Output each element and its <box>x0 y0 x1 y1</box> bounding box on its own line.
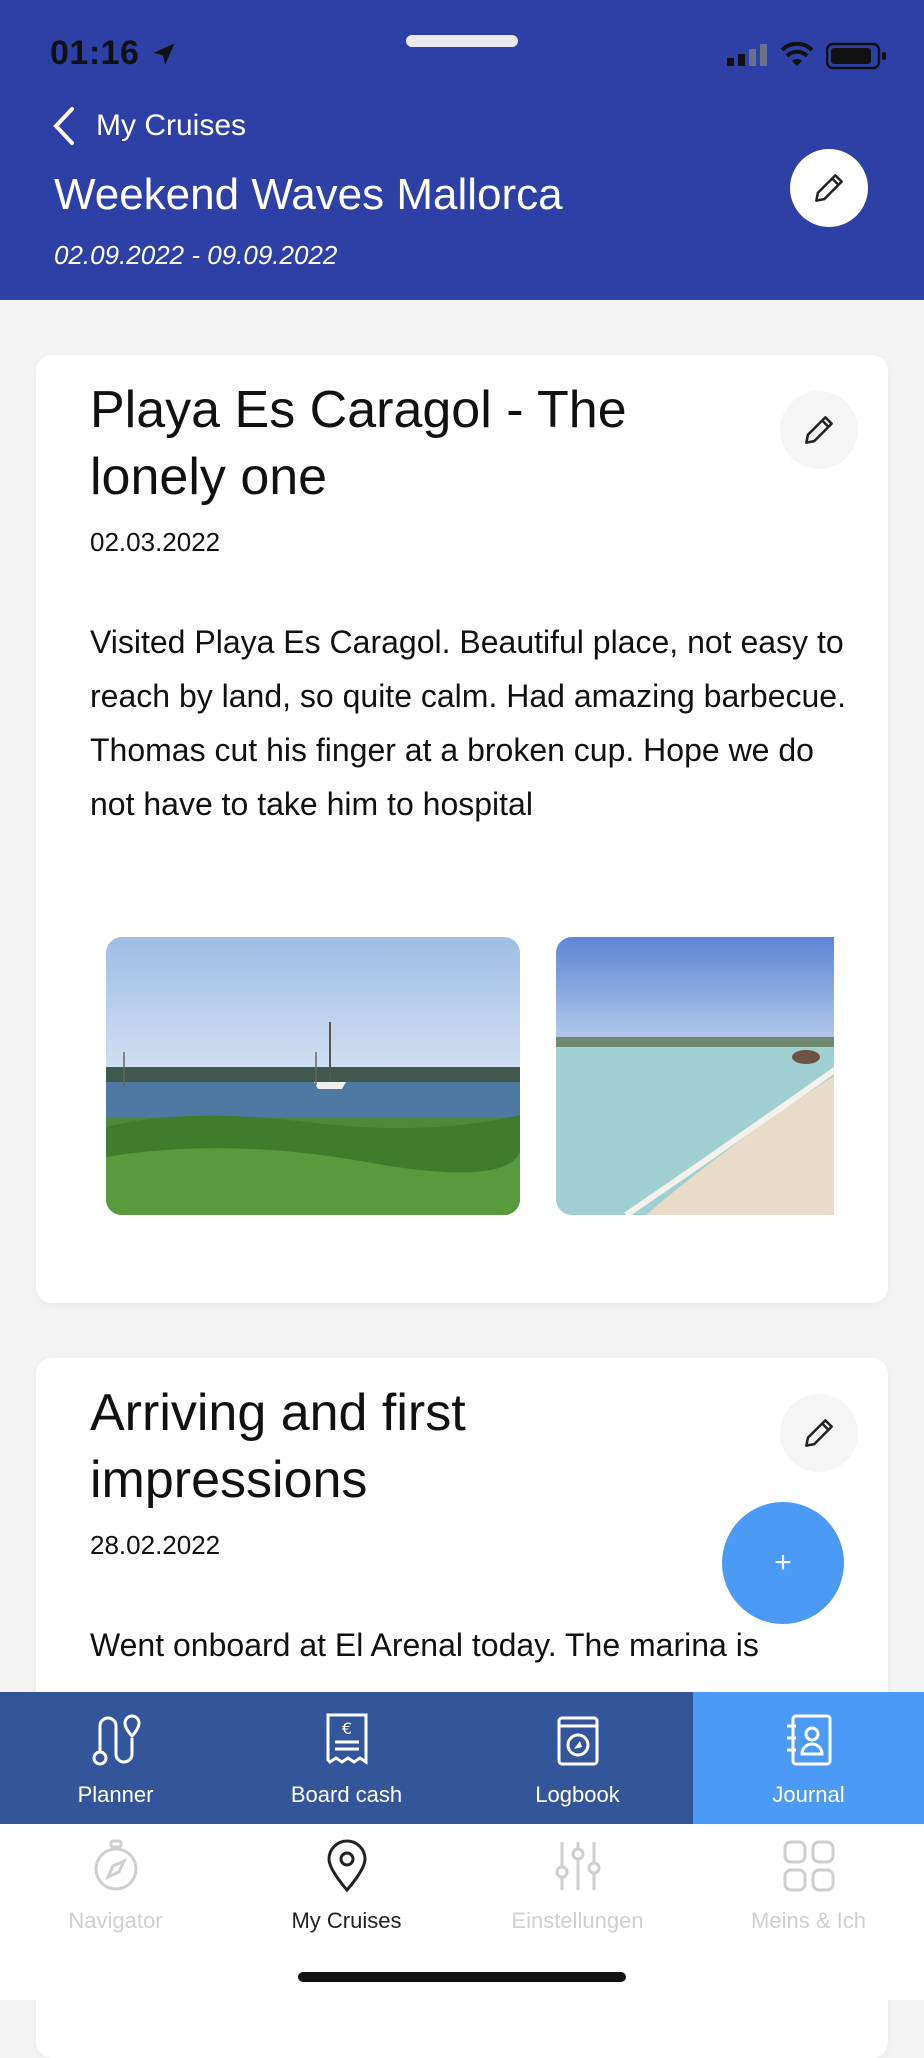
pencil-icon <box>815 174 843 202</box>
entry-date: 02.03.2022 <box>90 527 221 557</box>
status-time: 01:16 <box>50 34 140 72</box>
location-arrow-icon <box>153 43 175 65</box>
sheet-grabber[interactable] <box>406 35 518 47</box>
pencil-icon <box>805 1419 833 1447</box>
tab-label: Logbook <box>535 1782 620 1807</box>
battery-icon <box>826 42 886 70</box>
nav-navigator[interactable]: Navigator <box>0 1824 231 1954</box>
logbook-icon <box>557 1716 598 1766</box>
signal-icon <box>727 44 767 66</box>
receipt-euro-icon: € <box>326 1713 367 1765</box>
add-entry-button[interactable]: + <box>722 1502 844 1624</box>
entry-title: Playa Es Caragol - The lonely one <box>90 381 627 506</box>
tab-label: Journal <box>772 1782 845 1807</box>
tab-board-cash[interactable]: € Board cash <box>231 1692 462 1824</box>
wifi-icon <box>780 42 814 66</box>
entry-photo[interactable] <box>106 937 520 1215</box>
chevron-left-icon <box>53 107 74 145</box>
journal-icon <box>786 1714 831 1766</box>
page-title: Weekend Waves Mallorca <box>54 170 563 219</box>
module-tab-bar: Planner € Board cash Logbook Journal <box>0 1692 924 1824</box>
grid-icon <box>783 1840 834 1892</box>
location-pin-icon <box>326 1839 367 1893</box>
nav-meins-ich[interactable]: Meins & Ich <box>693 1824 924 1954</box>
entry-photo[interactable] <box>556 937 834 1215</box>
nav-label: Meins & Ich <box>751 1908 866 1933</box>
sliders-icon <box>555 1842 600 1890</box>
entry-text: Visited Playa Es Caragol. Beautiful plac… <box>90 624 846 822</box>
edit-entry-button[interactable] <box>780 1394 858 1472</box>
trip-dates: 02.09.2022 - 09.09.2022 <box>54 240 338 270</box>
pencil-icon <box>805 416 833 444</box>
photo-gallery[interactable] <box>106 937 834 1217</box>
home-indicator <box>298 1972 626 1982</box>
nav-label: Einstellungen <box>511 1908 644 1933</box>
entry-title: Arriving and first impressions <box>90 1384 466 1509</box>
back-label: My Cruises <box>96 109 247 142</box>
app-header: 01:16 My Cruises Weekend Waves Mallorca … <box>0 0 924 300</box>
compass-icon <box>94 1839 137 1891</box>
tab-journal[interactable]: Journal <box>693 1692 924 1824</box>
edit-entry-button[interactable] <box>780 391 858 469</box>
edit-trip-button[interactable] <box>790 149 868 227</box>
nav-einstellungen[interactable]: Einstellungen <box>462 1824 693 1954</box>
entry-text: Went onboard at El Arenal today. The mar… <box>90 1627 759 1663</box>
entry-date: 28.02.2022 <box>90 1530 221 1560</box>
tab-planner[interactable]: Planner <box>0 1692 231 1824</box>
tab-label: Board cash <box>290 1782 403 1807</box>
tab-label: Planner <box>77 1782 154 1807</box>
nav-label: My Cruises <box>291 1908 402 1933</box>
route-icon <box>92 1714 141 1766</box>
svg-text:€: € <box>341 1719 351 1738</box>
back-button[interactable]: My Cruises <box>52 106 246 146</box>
nav-my-cruises[interactable]: My Cruises <box>231 1824 462 1954</box>
tab-logbook[interactable]: Logbook <box>462 1692 693 1824</box>
journal-entry-card[interactable]: Playa Es Caragol - The lonely one 02.03.… <box>36 355 888 1303</box>
nav-label: Navigator <box>68 1908 163 1933</box>
